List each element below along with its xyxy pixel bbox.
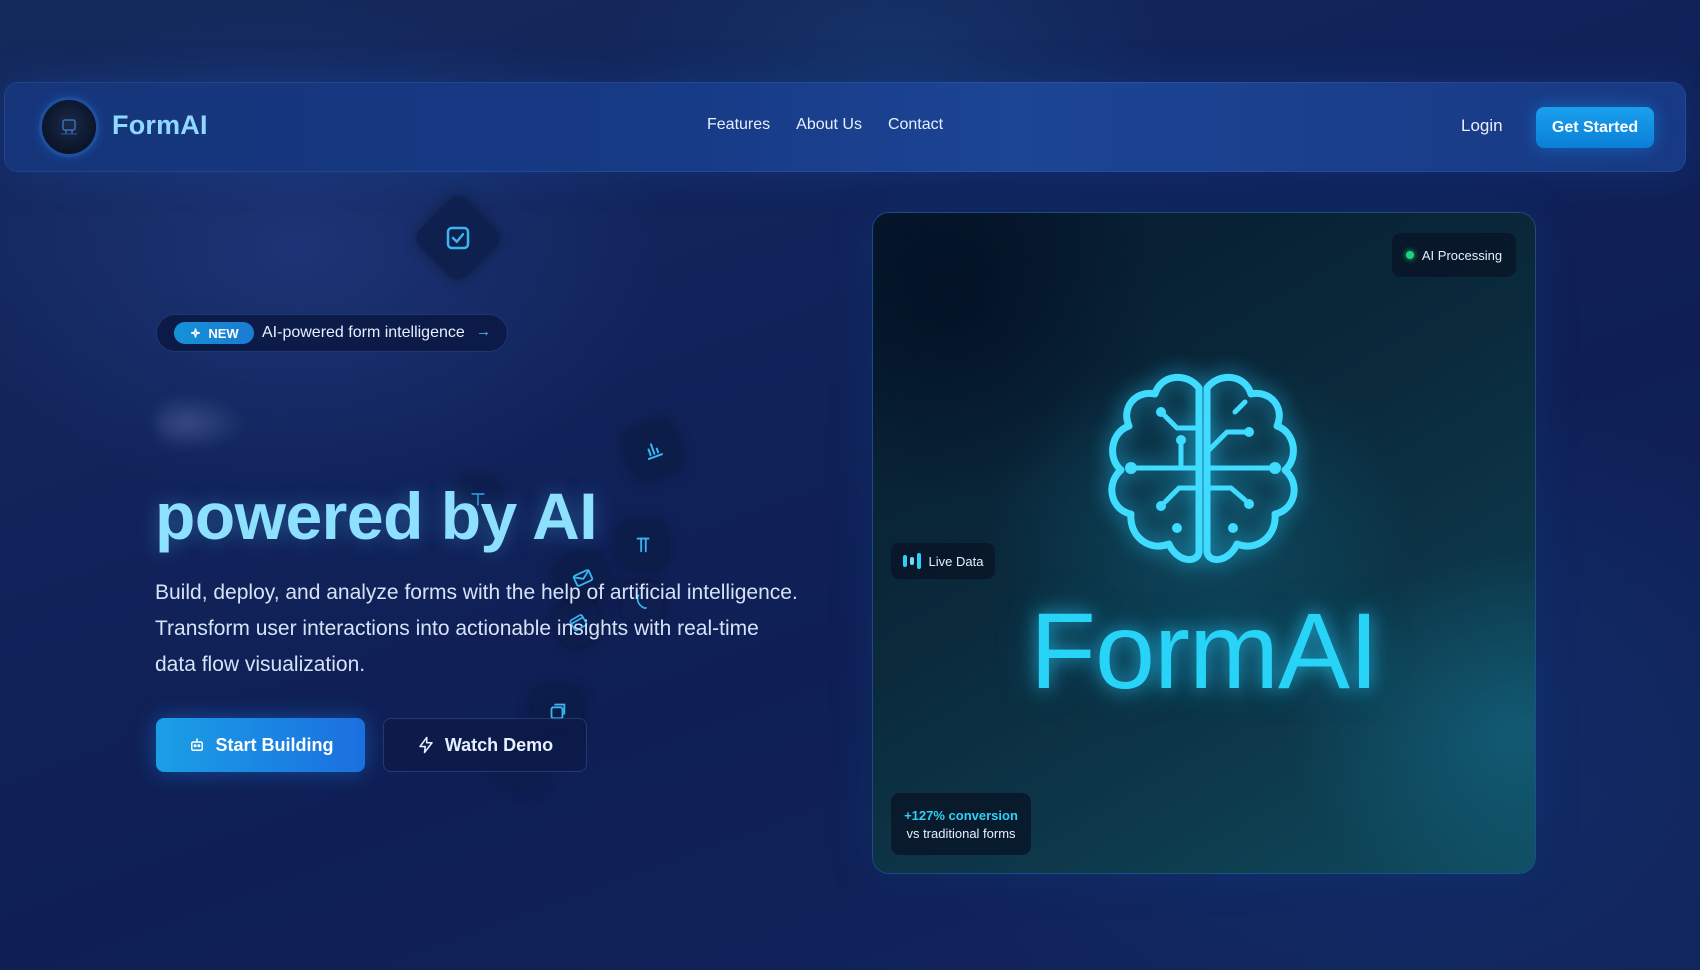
checkbox-icon xyxy=(446,226,470,250)
card-brand-title: FormAI xyxy=(1029,590,1379,711)
new-tag: NEW xyxy=(174,322,254,344)
hero-headline: powered by AI xyxy=(155,479,598,553)
start-building-label: Start Building xyxy=(215,734,334,755)
navbar: FormAI Features About Us Contact Login G… xyxy=(4,82,1686,172)
nav-link-contact[interactable]: Contact xyxy=(888,116,943,134)
conversion-stat-badge: +127% conversion vs traditional forms xyxy=(891,793,1031,855)
hero-description: Build, deploy, and analyze forms with th… xyxy=(155,581,798,676)
faded-headline-fragment xyxy=(156,395,246,451)
live-data-badge: Live Data xyxy=(891,543,995,579)
live-data-label: Live Data xyxy=(928,553,984,569)
sparkle-icon xyxy=(191,327,201,337)
announcement-text: AI-powered form intelligence xyxy=(262,324,465,341)
conversion-stat-caption: vs traditional forms xyxy=(906,825,1016,841)
hero-visual-card: AI Processing Live Data FormAI +127% con… xyxy=(873,213,1535,873)
conversion-stat-value: +127% conversion xyxy=(904,807,1018,823)
nav-link-about-us[interactable]: About Us xyxy=(796,116,862,134)
get-started-button[interactable]: Get Started xyxy=(1536,107,1654,148)
start-building-button[interactable]: Start Building xyxy=(156,718,365,772)
brain-chip-icon xyxy=(61,119,77,135)
new-tag-label: NEW xyxy=(208,325,239,341)
ai-processing-label: AI Processing xyxy=(1421,247,1503,263)
paragraph-icon xyxy=(636,537,650,553)
ai-processing-badge: AI Processing xyxy=(1392,233,1516,277)
brain-circuit-icon xyxy=(1095,368,1311,578)
lightning-icon xyxy=(419,736,433,754)
chart-icon xyxy=(647,443,663,460)
announcement-pill[interactable]: NEW AI-powered form intelligence → xyxy=(156,314,508,352)
nav-links: Features About Us Contact xyxy=(707,116,943,134)
watch-demo-button[interactable]: Watch Demo xyxy=(383,718,587,772)
live-bars-icon xyxy=(902,553,921,569)
nav-link-features[interactable]: Features xyxy=(707,116,770,134)
login-link[interactable]: Login xyxy=(1461,116,1503,136)
watch-demo-label: Watch Demo xyxy=(444,734,554,755)
brand-name[interactable]: FormAI xyxy=(112,110,208,141)
logo-badge[interactable] xyxy=(42,100,96,154)
checkbox-tile xyxy=(411,191,505,285)
bot-icon xyxy=(190,738,203,751)
paragraph-tile xyxy=(619,522,667,568)
arrow-right-icon: → xyxy=(476,323,491,340)
status-dot xyxy=(1405,251,1414,259)
chart-tile xyxy=(619,416,687,484)
